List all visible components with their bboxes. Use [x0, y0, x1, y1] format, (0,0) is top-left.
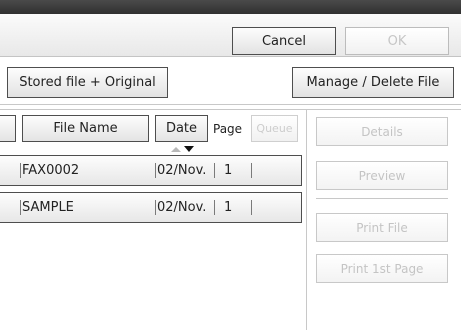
file-name-cell: SAMPLE: [22, 200, 74, 215]
column-separator: [214, 163, 215, 178]
column-separator: [20, 200, 21, 215]
page-column-header: Page: [213, 121, 243, 136]
details-button[interactable]: Details: [316, 117, 448, 146]
manage-delete-file-button[interactable]: Manage / Delete File: [292, 67, 454, 98]
date-label: Date: [165, 121, 198, 136]
file-list-row[interactable]: FAX0002 02/Nov. 1: [0, 155, 302, 186]
divider: [0, 109, 461, 110]
side-divider: [316, 198, 448, 199]
date-cell: 02/Nov.: [157, 163, 207, 178]
column-separator: [214, 200, 215, 215]
page-cell: 1: [224, 163, 233, 178]
file-name-cell: FAX0002: [22, 163, 80, 178]
cancel-button[interactable]: Cancel: [232, 27, 336, 55]
stored-file-original-button[interactable]: Stored file + Original: [7, 67, 168, 98]
sort-ascending-icon[interactable]: [170, 145, 182, 153]
preview-button[interactable]: Preview: [316, 161, 448, 190]
column-separator: [155, 200, 156, 215]
ok-button[interactable]: OK: [345, 27, 449, 55]
title-bar: [0, 0, 461, 14]
file-name-column-header[interactable]: File Name: [22, 115, 149, 142]
file-list-row[interactable]: SAMPLE 02/Nov. 1: [0, 192, 302, 223]
date-cell: 02/Nov.: [157, 200, 207, 215]
date-column-header[interactable]: Date: [155, 115, 208, 142]
print-file-button[interactable]: Print File: [316, 213, 448, 242]
queue-column-header[interactable]: Queue: [251, 115, 298, 142]
scroll-left-cell[interactable]: [0, 115, 16, 142]
column-separator: [20, 163, 21, 178]
column-separator: [251, 200, 252, 215]
page-cell: 1: [224, 200, 233, 215]
column-separator: [155, 163, 156, 178]
column-separator: [251, 163, 252, 178]
sort-descending-icon[interactable]: [183, 145, 195, 153]
print-1st-page-button[interactable]: Print 1st Page: [316, 254, 448, 283]
list-right-separator: [306, 110, 307, 330]
divider: [0, 104, 461, 105]
